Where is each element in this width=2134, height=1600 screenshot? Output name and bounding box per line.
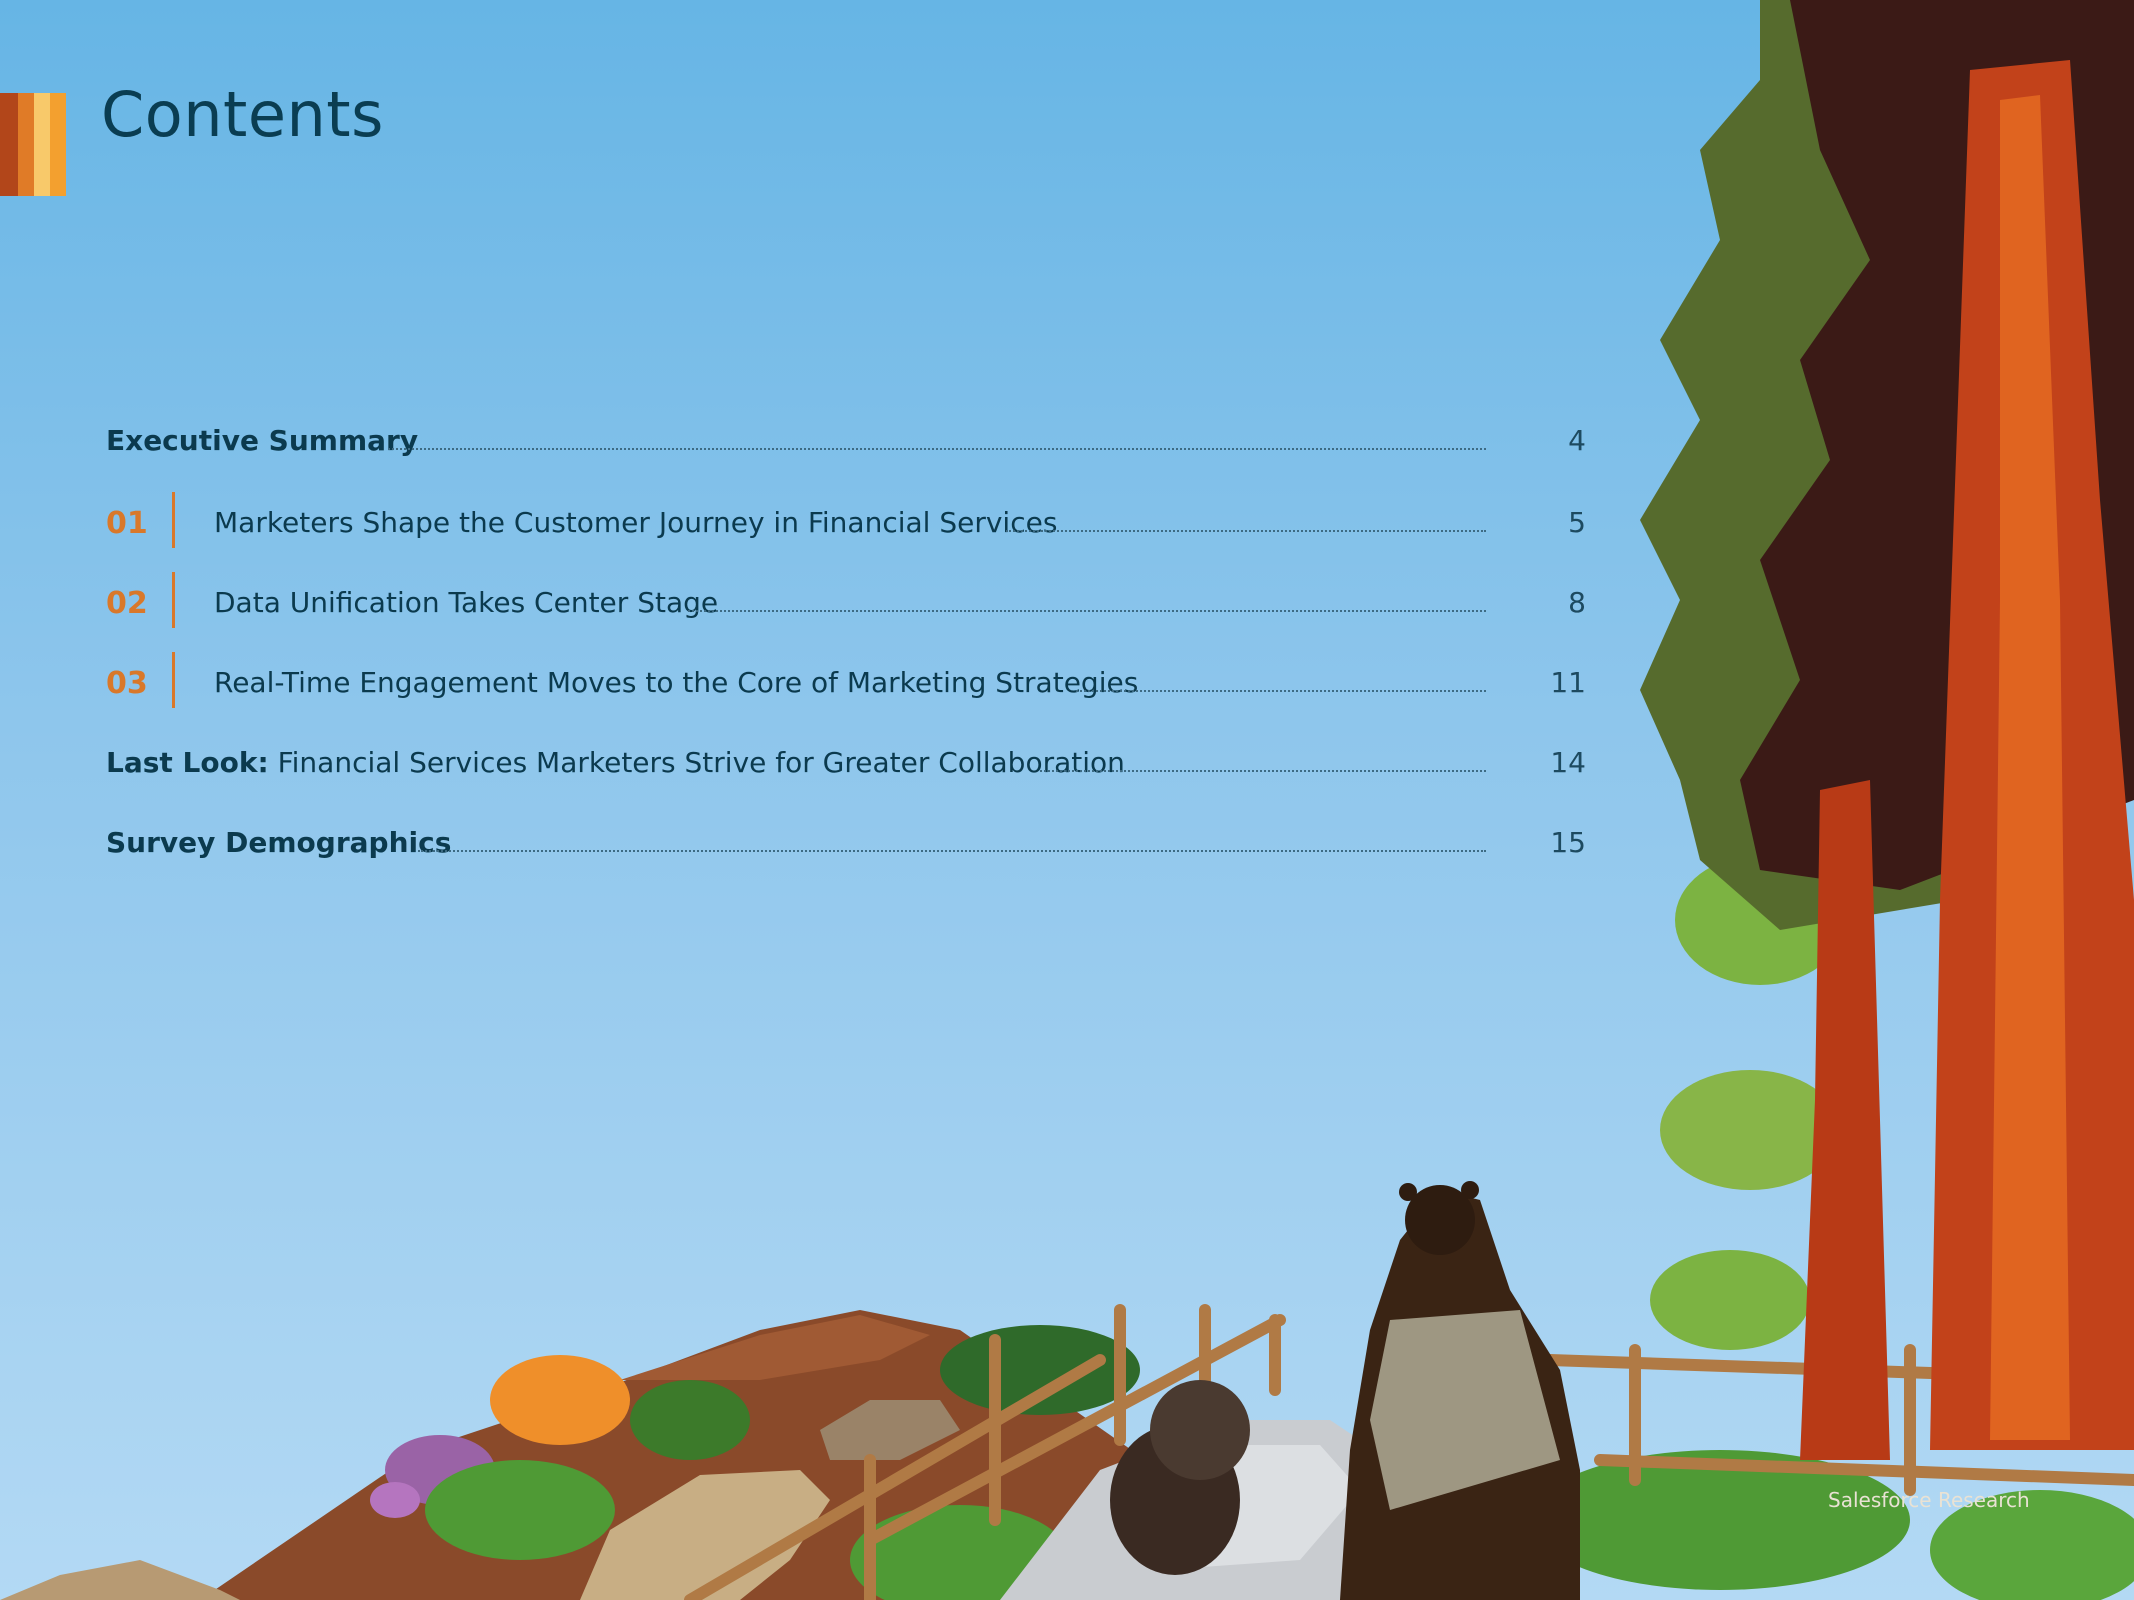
accent-stripe xyxy=(0,93,18,196)
section-number: 03 xyxy=(106,666,148,701)
section-number: 01 xyxy=(106,506,148,541)
dot-leader xyxy=(1040,770,1486,772)
toc-bold-label: Survey Demographics xyxy=(106,826,452,859)
accent-stripes xyxy=(0,93,66,196)
cat-head xyxy=(1150,1380,1250,1480)
toc-page-number: 11 xyxy=(1550,666,1586,699)
toc-entry-section-02[interactable]: 02 Data Unification Takes Center Stage 8 xyxy=(106,572,1586,628)
toc-entry-section-01[interactable]: 01 Marketers Shape the Customer Journey … xyxy=(106,492,1586,548)
forest-trail-illustration xyxy=(0,0,2134,1600)
dot-leader xyxy=(418,850,1486,852)
toc-bold-label: Last Look: xyxy=(106,746,269,779)
toc-label: Marketers Shape the Customer Journey in … xyxy=(214,506,1058,539)
section-divider xyxy=(172,492,175,548)
dot-leader xyxy=(688,610,1486,612)
toc-bold-label: Executive Summary xyxy=(106,424,419,457)
toc-page-number: 15 xyxy=(1550,826,1586,859)
toc-label: Data Unification Takes Center Stage xyxy=(214,586,719,619)
toc-entry-section-03[interactable]: 03 Real-Time Engagement Moves to the Cor… xyxy=(106,652,1586,708)
toc-page-number: 14 xyxy=(1550,746,1586,779)
accent-stripe xyxy=(18,93,34,196)
toc-label: Real-Time Engagement Moves to the Core o… xyxy=(214,666,1139,699)
footer-label: Salesforce Research xyxy=(1828,1488,2030,1512)
accent-stripe xyxy=(50,93,66,196)
bear-ear xyxy=(1399,1183,1417,1201)
toc-entry-executive-summary[interactable]: Executive Summary 4 xyxy=(106,410,1586,466)
toc-page-number: 4 xyxy=(1568,424,1586,457)
dot-leader xyxy=(1076,690,1486,692)
fern xyxy=(630,1380,750,1460)
dot-leader xyxy=(1006,530,1486,532)
fern xyxy=(425,1460,615,1560)
toc-label: Last Look: Financial Services Marketers … xyxy=(106,746,1131,779)
flower-bush xyxy=(490,1355,630,1445)
bear-ear xyxy=(1461,1181,1479,1199)
flower-bush xyxy=(370,1482,420,1518)
toc-label: Survey Demographics xyxy=(106,826,457,859)
page-title: Contents xyxy=(101,78,384,151)
accent-stripe xyxy=(34,93,50,196)
section-number: 02 xyxy=(106,586,148,621)
toc-entry-survey-demographics[interactable]: Survey Demographics 15 xyxy=(106,812,1586,868)
small-tree xyxy=(1650,1250,1810,1350)
toc-entry-last-look[interactable]: Last Look: Financial Services Marketers … xyxy=(106,732,1586,788)
toc-page-number: 5 xyxy=(1568,506,1586,539)
toc-label: Executive Summary xyxy=(106,424,424,457)
section-divider xyxy=(172,652,175,708)
dot-leader xyxy=(388,448,1486,450)
toc-page-number: 8 xyxy=(1568,586,1586,619)
rock xyxy=(0,1560,240,1600)
toc-label-text: Financial Services Marketers Strive for … xyxy=(277,746,1125,779)
section-divider xyxy=(172,572,175,628)
